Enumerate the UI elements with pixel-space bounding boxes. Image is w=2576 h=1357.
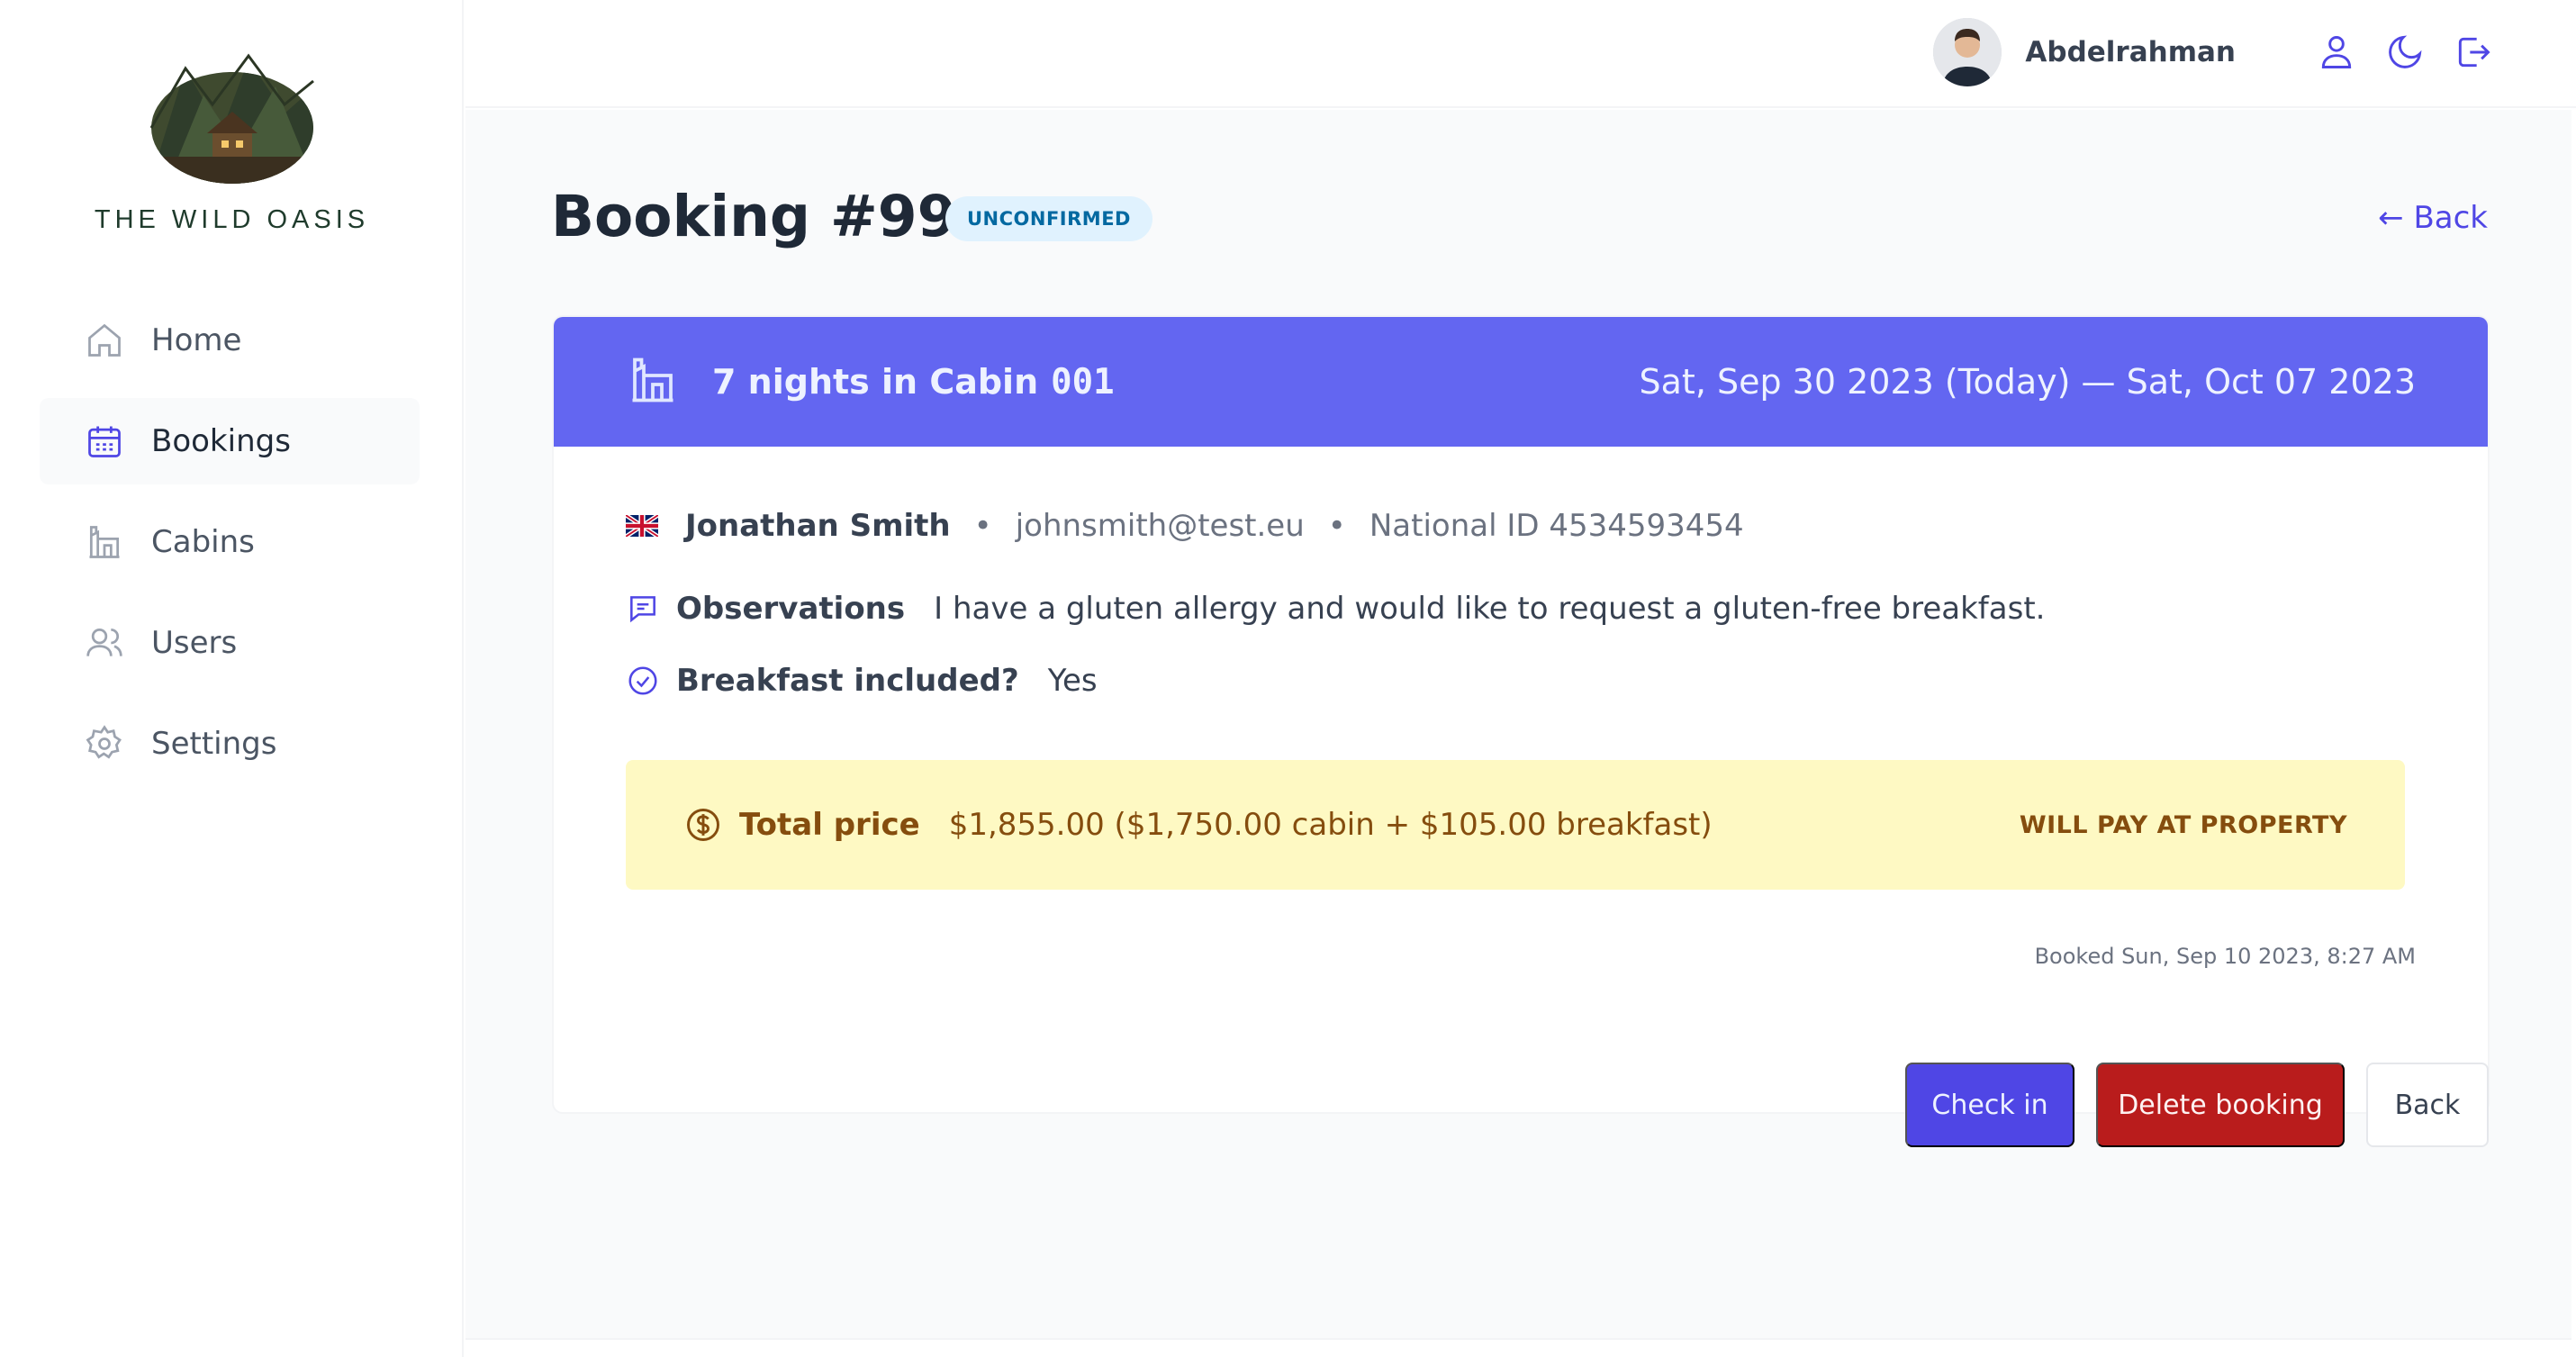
nights-summary: 7 nights in Cabin 001 bbox=[626, 353, 1115, 411]
avatar bbox=[1933, 18, 2002, 86]
cabin-name: 001 bbox=[1051, 361, 1115, 403]
price-box: Total price $1,855.00 ($1,750.00 cabin +… bbox=[626, 760, 2405, 890]
sidebar-item-users[interactable]: Users bbox=[40, 600, 420, 686]
dollar-circle-icon bbox=[683, 805, 723, 845]
booking-card: 7 nights in Cabin 001 Sat, Sep 30 2023 (… bbox=[552, 315, 2490, 1114]
app-root: THE WILD OASIS Home Bookings Cabins User… bbox=[0, 0, 2576, 1357]
booking-dates: Sat, Sep 30 2023 (Today) — Sat, Oct 07 2… bbox=[1639, 362, 2416, 402]
total-price: Total price $1,855.00 ($1,750.00 cabin +… bbox=[683, 805, 1713, 845]
home-icon bbox=[85, 321, 124, 360]
sidebar-item-cabins[interactable]: Cabins bbox=[40, 499, 420, 585]
calendar-icon bbox=[85, 421, 124, 461]
main-content: Booking #99 UNCONFIRMED ← Back 7 nights … bbox=[465, 110, 2576, 1340]
guest-email: johnsmith@test.eu bbox=[1015, 508, 1305, 544]
sidebar-item-bookings[interactable]: Bookings bbox=[40, 398, 420, 484]
guest-info: Jonathan Smith • johnsmith@test.eu • Nat… bbox=[626, 508, 1744, 544]
main-bottom-strip bbox=[465, 1338, 2576, 1357]
back-button[interactable]: Back bbox=[2366, 1063, 2489, 1147]
delete-booking-button[interactable]: Delete booking bbox=[2096, 1063, 2345, 1147]
logo-text: THE WILD OASIS bbox=[94, 205, 370, 234]
logo-image bbox=[149, 53, 314, 184]
sidebar-item-label: Cabins bbox=[151, 524, 255, 560]
check-in-button[interactable]: Check in bbox=[1905, 1063, 2074, 1147]
page-title: Booking #99 bbox=[551, 184, 957, 249]
back-link[interactable]: ← Back bbox=[2378, 200, 2488, 236]
sidebar-item-label: Users bbox=[151, 625, 238, 661]
top-header: Abdelrahman bbox=[465, 0, 2576, 108]
users-icon bbox=[85, 623, 124, 663]
cabin-icon bbox=[85, 522, 124, 562]
action-buttons: Check in Delete booking Back bbox=[1884, 1063, 2489, 1147]
chat-bubble-icon bbox=[626, 592, 660, 626]
user-name[interactable]: Abdelrahman bbox=[2025, 36, 2236, 68]
price-label: Total price bbox=[739, 807, 920, 843]
user-area: Abdelrahman bbox=[1933, 18, 2493, 86]
price-value: $1,855.00 ($1,750.00 cabin + $105.00 bre… bbox=[948, 807, 1713, 843]
sidebar: THE WILD OASIS Home Bookings Cabins User… bbox=[0, 0, 464, 1357]
observations-label: Observations bbox=[676, 591, 906, 627]
separator-dot: • bbox=[973, 508, 992, 544]
gear-icon bbox=[85, 724, 124, 764]
check-circle-icon bbox=[626, 664, 660, 698]
moon-icon[interactable] bbox=[2385, 32, 2425, 72]
observations-value: I have a gluten allergy and would like t… bbox=[934, 591, 2046, 627]
sidebar-item-label: Bookings bbox=[151, 423, 291, 459]
observations-row: Observations I have a gluten allergy and… bbox=[626, 591, 2045, 627]
main-right-edge bbox=[2571, 108, 2576, 1357]
uk-flag-icon bbox=[626, 515, 658, 537]
payment-status: WILL PAY AT PROPERTY bbox=[2019, 810, 2347, 839]
sidebar-nav: Home Bookings Cabins Users Settings bbox=[40, 297, 420, 801]
logout-icon[interactable] bbox=[2454, 32, 2493, 72]
booked-timestamp: Booked Sun, Sep 10 2023, 8:27 AM bbox=[2034, 944, 2416, 969]
logo[interactable]: THE WILD OASIS bbox=[0, 50, 464, 235]
sidebar-item-label: Home bbox=[151, 322, 242, 358]
breakfast-value: Yes bbox=[1047, 663, 1098, 699]
sidebar-item-settings[interactable]: Settings bbox=[40, 701, 420, 787]
breakfast-row: Breakfast included? Yes bbox=[626, 663, 1098, 699]
user-icon[interactable] bbox=[2317, 32, 2356, 72]
booking-card-header: 7 nights in Cabin 001 Sat, Sep 30 2023 (… bbox=[554, 317, 2488, 447]
sidebar-item-home[interactable]: Home bbox=[40, 297, 420, 384]
separator-dot: • bbox=[1327, 508, 1346, 544]
sidebar-item-label: Settings bbox=[151, 726, 277, 762]
guest-national-id: National ID 4534593454 bbox=[1369, 508, 1744, 544]
nights-text: 7 nights in Cabin bbox=[712, 362, 1039, 402]
guest-name: Jonathan Smith bbox=[685, 508, 951, 544]
breakfast-label: Breakfast included? bbox=[676, 663, 1019, 699]
cabin-icon bbox=[626, 353, 680, 411]
status-badge: UNCONFIRMED bbox=[945, 196, 1152, 241]
